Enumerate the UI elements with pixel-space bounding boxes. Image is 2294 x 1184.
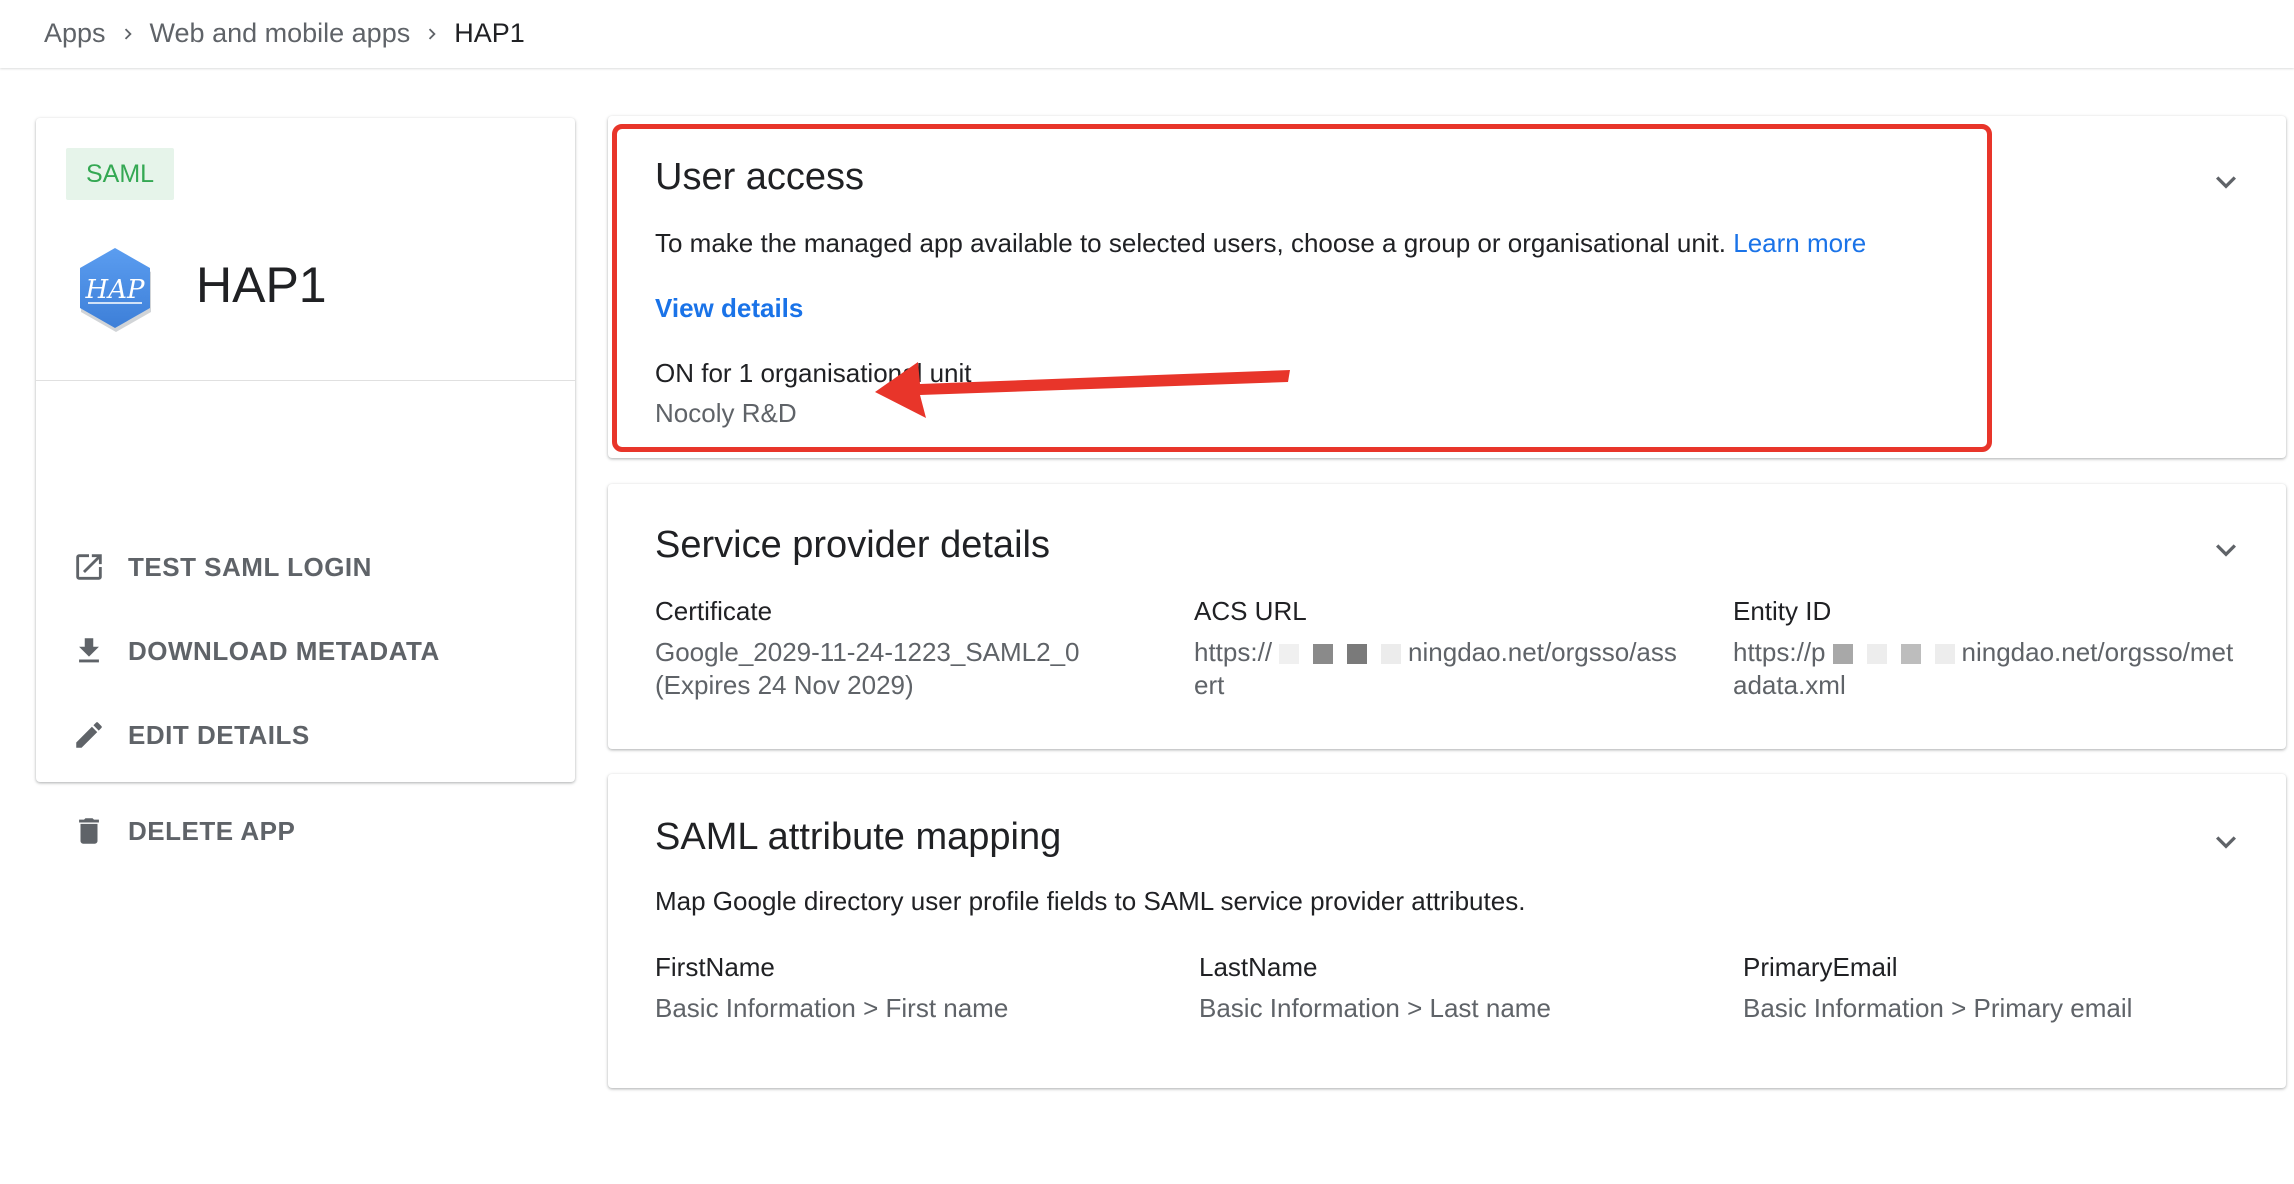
entity-id-label: Entity ID — [1733, 596, 1832, 626]
mapping-label-lastname: LastName — [1199, 952, 1318, 982]
app-logo-text: HAP — [85, 275, 145, 305]
acs-url-suffix2: ert — [1194, 670, 1225, 700]
mapping-label-primaryemail: PrimaryEmail — [1743, 952, 1898, 982]
user-access-description-text: To make the managed app available to sel… — [655, 228, 1727, 258]
acs-url-value: https:// ningdao.net/orgsso/ass ert — [1194, 636, 1704, 702]
download-metadata-button[interactable]: DOWNLOAD METADATA — [72, 634, 440, 668]
user-access-title: User access — [655, 156, 865, 198]
saml-type-chip: SAML — [66, 148, 175, 200]
mapping-value-primaryemail: Basic Information > Primary email — [1743, 993, 2133, 1023]
entity-id-suffix: ningdao.net/orgsso/met — [1961, 637, 2234, 667]
mapping-label-firstname: FirstName — [655, 952, 775, 982]
redacted-block — [1279, 644, 1300, 665]
chevron-down-icon[interactable] — [2206, 530, 2246, 570]
mapping-value-lastname: Basic Information > Last name — [1199, 993, 1551, 1023]
breadcrumb-current: HAP1 — [454, 18, 525, 48]
service-provider-card: Service provider details Certificate Goo… — [608, 484, 2286, 749]
trash-icon — [72, 814, 106, 848]
entity-id-prefix: https://p — [1733, 637, 1826, 667]
access-status: ON for 1 organisational unit — [655, 358, 972, 388]
app-summary-card: SAML HAP HAP1 TEST SAML LOGIN DOWNLOAD M… — [36, 118, 575, 846]
download-icon — [72, 634, 106, 668]
certificate-expiry: (Expires 24 Nov 2029) — [655, 670, 914, 700]
acs-url-prefix: https:// — [1194, 637, 1273, 667]
redacted-block — [1900, 644, 1921, 665]
delete-app-button[interactable]: DELETE APP — [72, 814, 295, 848]
service-provider-title: Service provider details — [655, 524, 1050, 566]
acs-url-label: ACS URL — [1194, 596, 1307, 626]
chevron-down-icon[interactable] — [2206, 162, 2246, 202]
download-metadata-label: DOWNLOAD METADATA — [128, 635, 440, 666]
mapping-value-firstname: Basic Information > First name — [655, 993, 1009, 1023]
user-access-description: To make the managed app available to sel… — [655, 228, 1866, 259]
learn-more-link[interactable]: Learn more — [1733, 228, 1866, 258]
test-saml-login-label: TEST SAML LOGIN — [128, 551, 372, 582]
entity-id-suffix2: adata.xml — [1733, 670, 1846, 700]
chevron-right-icon — [106, 20, 150, 48]
acs-url-suffix: ningdao.net/orgsso/ass — [1408, 637, 1677, 667]
certificate-name: Google_2029-11-24-1223_SAML2_0 — [655, 637, 1080, 667]
divider — [36, 380, 575, 381]
breadcrumb-apps[interactable]: Apps — [44, 18, 106, 49]
certificate-value: Google_2029-11-24-1223_SAML2_0 (Expires … — [655, 636, 1165, 702]
redacted-block — [1381, 644, 1402, 665]
redacted-block — [1866, 644, 1887, 665]
entity-id-value: https://p ningdao.net/orgsso/met adata.xm… — [1733, 636, 2243, 702]
test-saml-login-button[interactable]: TEST SAML LOGIN — [72, 550, 372, 584]
attribute-mapping-description: Map Google directory user profile fields… — [655, 886, 1526, 916]
redacted-block — [1934, 644, 1955, 665]
chevron-down-icon[interactable] — [2206, 822, 2246, 862]
delete-app-label: DELETE APP — [128, 815, 296, 846]
redacted-block — [1832, 644, 1853, 665]
edit-details-label: EDIT DETAILS — [128, 719, 310, 750]
redacted-block — [1347, 644, 1368, 665]
view-details-link[interactable]: View details — [655, 293, 803, 324]
org-unit-name: Nocoly R&D — [655, 398, 797, 428]
attribute-mapping-title: SAML attribute mapping — [655, 816, 1062, 858]
redacted-block — [1313, 644, 1334, 665]
chevron-right-icon — [410, 20, 454, 48]
breadcrumb-web-mobile-apps[interactable]: Web and mobile apps — [150, 18, 411, 49]
top-bar: Apps Web and mobile apps HAP1 — [0, 0, 2294, 68]
app-name: HAP1 — [196, 257, 327, 313]
edit-details-button[interactable]: EDIT DETAILS — [72, 718, 310, 752]
pencil-icon — [72, 718, 106, 752]
user-access-card: User access To make the managed app avai… — [608, 116, 2286, 458]
certificate-label: Certificate — [655, 596, 773, 626]
open-in-new-icon — [72, 550, 106, 584]
breadcrumb: Apps Web and mobile apps HAP1 — [44, 18, 525, 49]
attribute-mapping-card: SAML attribute mapping Map Google direct… — [608, 774, 2286, 1088]
app-logo-icon: HAP — [80, 248, 151, 332]
page: Apps Web and mobile apps HAP1 SAML HAP H… — [0, 0, 2294, 1184]
